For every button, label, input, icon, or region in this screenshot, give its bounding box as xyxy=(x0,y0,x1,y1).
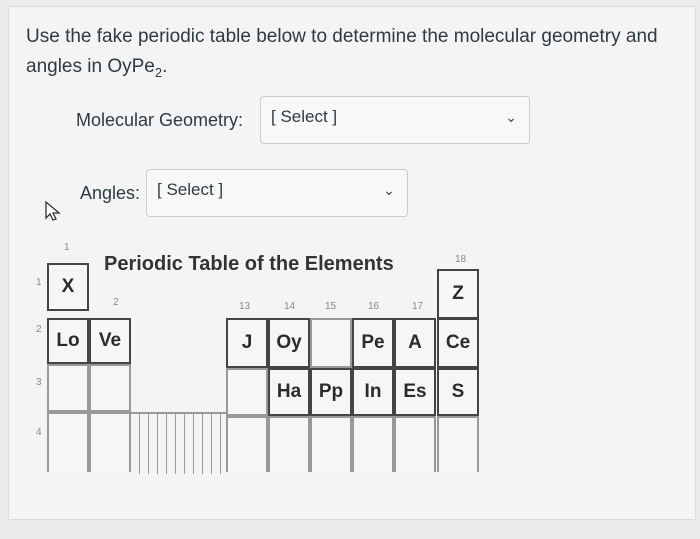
element-cell-ha: Ha xyxy=(268,368,310,416)
element-cell-j: J xyxy=(226,318,268,368)
element-cell-ce: Ce xyxy=(437,318,479,368)
element-cell-in: In xyxy=(352,368,394,416)
chevron-down-icon: ⌄ xyxy=(505,109,517,125)
element-cell-empty xyxy=(437,416,479,472)
group-number-14: 14 xyxy=(284,301,296,312)
group-number-2: 2 xyxy=(113,297,119,308)
element-cell-es: Es xyxy=(394,368,436,416)
group-number-15: 15 xyxy=(325,301,337,312)
element-cell-s: S xyxy=(437,368,479,416)
element-cell-ve: Ve xyxy=(89,318,131,364)
element-cell-empty xyxy=(310,416,352,472)
element-cell-lo: Lo xyxy=(47,318,89,364)
group-number-13: 13 xyxy=(239,301,251,312)
group-number-17: 17 xyxy=(412,301,424,312)
angles-select-value: [ Select ] xyxy=(157,180,224,199)
group-number-18: 18 xyxy=(455,254,467,265)
group-number-1: 1 xyxy=(64,242,70,253)
chevron-down-icon: ⌄ xyxy=(383,182,395,198)
element-cell-empty xyxy=(89,364,131,412)
element-cell-empty xyxy=(47,364,89,412)
group-number-16: 16 xyxy=(368,301,380,312)
element-cell-z: Z xyxy=(437,269,479,319)
element-cell-empty xyxy=(310,318,352,368)
period-number-3: 3 xyxy=(36,377,42,388)
element-cell-x: X xyxy=(47,263,89,311)
question-text: Use the fake periodic table below to det… xyxy=(26,22,666,88)
period-number-4: 4 xyxy=(36,427,42,438)
period-number-2: 2 xyxy=(36,324,42,335)
element-cell-empty xyxy=(394,416,436,472)
geometry-select-value: [ Select ] xyxy=(271,107,338,126)
angles-select[interactable]: [ Select ] ⌄ xyxy=(146,169,408,217)
mouse-pointer-icon xyxy=(45,200,61,221)
element-cell-empty xyxy=(226,416,268,472)
element-cell-empty xyxy=(352,416,394,472)
question-subscript: 2 xyxy=(154,64,163,80)
angles-label: Angles: xyxy=(80,183,141,203)
geometry-label: Molecular Geometry: xyxy=(76,110,244,130)
element-cell-empty xyxy=(47,412,89,472)
question-text-main: Use the fake periodic table below to det… xyxy=(26,26,658,77)
element-cell-oy: Oy xyxy=(268,318,310,368)
element-cell-pp: Pp xyxy=(310,368,352,416)
element-cell-pe: Pe xyxy=(352,318,394,368)
element-cell-empty xyxy=(226,368,268,416)
element-cell-empty xyxy=(268,416,310,472)
question-text-end: . xyxy=(162,56,168,77)
geometry-select[interactable]: [ Select ] ⌄ xyxy=(260,96,530,144)
period-number-1: 1 xyxy=(36,277,42,288)
element-cell-empty xyxy=(89,412,131,472)
periodic-table-title: Periodic Table of the Elements xyxy=(104,253,394,275)
element-cell-a: A xyxy=(394,318,436,368)
transition-metals-block xyxy=(131,412,226,474)
